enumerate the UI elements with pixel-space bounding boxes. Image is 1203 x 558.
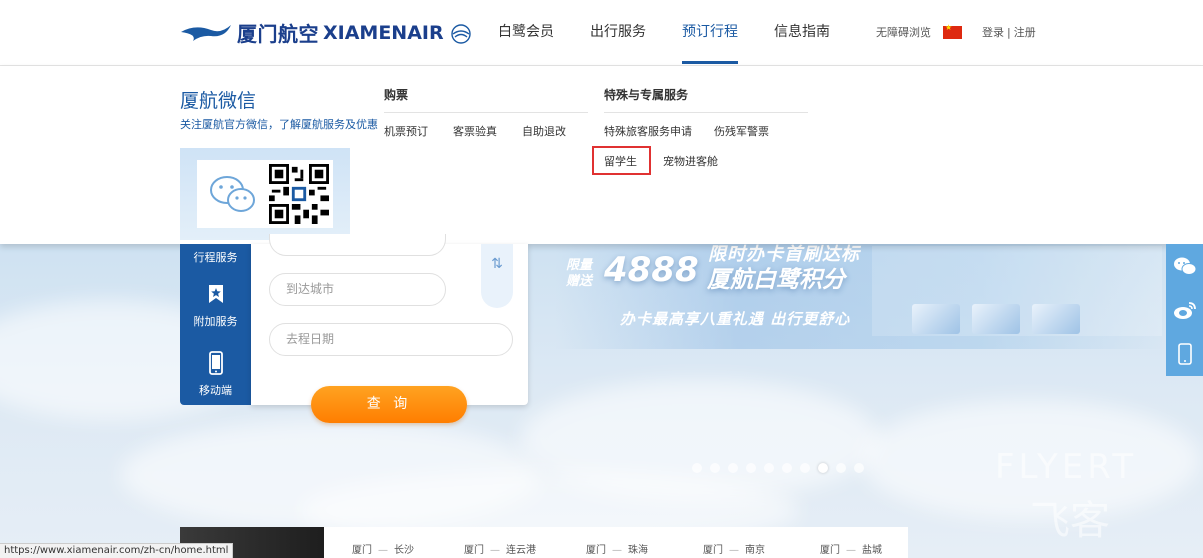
- main-nav: 白鹭会员 出行服务 预订行程 信息指南: [480, 0, 848, 64]
- departure-date-input[interactable]: 去程日期: [269, 323, 513, 356]
- wechat-qr-panel: [180, 148, 350, 240]
- logo-en: XIAMENAIR: [323, 21, 444, 44]
- divider: [384, 112, 588, 113]
- popular-routes: 厦门 — 长沙 厦门 — 连云港 厦门 — 珠海 厦门 — 南京 厦门 — 盐城: [324, 527, 908, 558]
- route-to: 南京: [745, 545, 765, 556]
- menu-pet-cabin[interactable]: 宠物进客舱: [663, 153, 718, 169]
- qr-code-icon: [269, 164, 329, 224]
- route-separator: —: [846, 545, 856, 556]
- route-separator: —: [729, 545, 739, 556]
- register-link[interactable]: 注册: [1014, 24, 1036, 40]
- menu-special-passenger[interactable]: 特殊旅客服务申请: [604, 123, 692, 139]
- login-separator: |: [1007, 25, 1011, 39]
- site-header: 厦门航空 XIAMENAIR 白鹭会员 出行服务 预订行程 信息指南 无障碍浏览…: [0, 0, 1203, 66]
- booking-side-tabs: 行程服务 附加服务 移动端: [180, 244, 251, 405]
- swap-icon: ⇅: [491, 256, 503, 272]
- route-from: 厦门: [352, 545, 372, 556]
- card-image: [1032, 304, 1080, 334]
- route-separator: —: [378, 545, 388, 556]
- carousel-dots: [692, 463, 864, 473]
- card-image: [912, 304, 960, 334]
- nav-travel-services[interactable]: 出行服务: [572, 0, 664, 64]
- social-weibo[interactable]: [1166, 288, 1203, 332]
- route-item[interactable]: 厦门 — 长沙: [352, 541, 414, 556]
- side-trip-services[interactable]: 行程服务: [180, 249, 251, 265]
- nav-info-guide[interactable]: 信息指南: [756, 0, 848, 64]
- card-images: [872, 246, 1162, 336]
- menu-ticket-verify[interactable]: 客票验真: [453, 123, 497, 139]
- route-to: 珠海: [628, 545, 648, 556]
- wechat-icon: [210, 176, 255, 212]
- nav-booking[interactable]: 预订行程: [664, 0, 756, 64]
- side-extra-services-label: 附加服务: [193, 315, 238, 328]
- header-utilities: 无障碍浏览 登录 | 注册: [876, 23, 1036, 40]
- carousel-dot[interactable]: [764, 463, 774, 473]
- carousel-dot[interactable]: [836, 463, 846, 473]
- carousel-dot[interactable]: [710, 463, 720, 473]
- social-mobile[interactable]: [1166, 332, 1203, 376]
- side-extra-services[interactable]: 附加服务: [180, 284, 251, 329]
- route-separator: —: [490, 545, 500, 556]
- side-mobile[interactable]: 移动端: [180, 351, 251, 398]
- nav-member[interactable]: 白鹭会员: [480, 0, 572, 64]
- airline-logo-icon: [181, 24, 231, 41]
- wechat-description: 关注厦航官方微信，了解厦航服务及优惠: [180, 118, 378, 131]
- carousel-dot[interactable]: [854, 463, 864, 473]
- route-to: 盐城: [862, 545, 882, 556]
- booking-dropdown-menu: 厦航微信 关注厦航官方微信，了解厦航服务及优惠 购票 机票预订 客票验真 自助退…: [0, 66, 1203, 244]
- arrival-city-input[interactable]: 到达城市: [269, 273, 446, 306]
- highlight-box: [592, 146, 651, 175]
- carousel-dot[interactable]: [800, 463, 810, 473]
- wechat-title: 厦航微信: [180, 90, 257, 112]
- mobile-icon: [208, 351, 223, 375]
- carousel-dot[interactable]: [692, 463, 702, 473]
- col-special-title: 特殊与专属服务: [604, 88, 689, 102]
- route-item[interactable]: 厦门 — 南京: [703, 541, 765, 556]
- divider: [604, 112, 808, 113]
- promo-number: 4888: [604, 250, 699, 290]
- col-ticket-title: 购票: [384, 88, 409, 102]
- social-wechat[interactable]: [1166, 244, 1203, 288]
- route-item[interactable]: 厦门 — 连云港: [464, 541, 536, 556]
- carousel-dot[interactable]: [818, 463, 828, 473]
- logo[interactable]: 厦门航空 XIAMENAIR: [181, 18, 474, 47]
- card-image: [972, 304, 1020, 334]
- skyteam-icon: [450, 23, 471, 44]
- route-to: 长沙: [394, 545, 414, 556]
- swap-cities-button[interactable]: ⇅: [481, 244, 513, 308]
- watermark-en: FLYERT: [995, 447, 1138, 487]
- social-sidebar: [1166, 244, 1203, 376]
- route-separator: —: [612, 545, 622, 556]
- route-from: 厦门: [464, 545, 484, 556]
- route-item[interactable]: 厦门 — 盐城: [820, 541, 882, 556]
- route-item[interactable]: 厦门 — 珠海: [586, 541, 648, 556]
- carousel-dot[interactable]: [746, 463, 756, 473]
- departure-field[interactable]: [269, 234, 446, 256]
- route-from: 厦门: [586, 545, 606, 556]
- login-link[interactable]: 登录: [982, 24, 1004, 40]
- status-bar-url: https://www.xiamenair.com/zh-cn/home.htm…: [0, 543, 234, 558]
- wechat-icon: [1173, 257, 1196, 275]
- accessibility-link[interactable]: 无障碍浏览: [876, 24, 931, 40]
- route-from: 厦门: [703, 545, 723, 556]
- promo-subline: 办卡最高享八重礼遇 出行更舒心: [620, 310, 851, 328]
- watermark-cn: 飞客: [1030, 498, 1110, 544]
- route-from: 厦门: [820, 545, 840, 556]
- china-flag-icon[interactable]: [943, 23, 962, 39]
- promo-points: 厦航白鹭积分: [707, 267, 845, 293]
- menu-disabled-military[interactable]: 伤残军警票: [714, 123, 769, 139]
- carousel-dot[interactable]: [782, 463, 792, 473]
- search-button[interactable]: 查 询: [311, 386, 467, 423]
- weibo-icon: [1173, 302, 1196, 319]
- mobile-icon: [1177, 343, 1192, 365]
- menu-flight-booking[interactable]: 机票预订: [384, 123, 428, 139]
- route-to: 连云港: [506, 545, 536, 556]
- promo-left-small: 限量赠送: [566, 258, 593, 289]
- menu-self-refund[interactable]: 自助退改: [522, 123, 566, 139]
- side-mobile-label: 移动端: [199, 384, 232, 397]
- logo-cn: 厦门航空: [237, 22, 319, 46]
- carousel-dot[interactable]: [728, 463, 738, 473]
- bookmark-star-icon: [208, 285, 223, 303]
